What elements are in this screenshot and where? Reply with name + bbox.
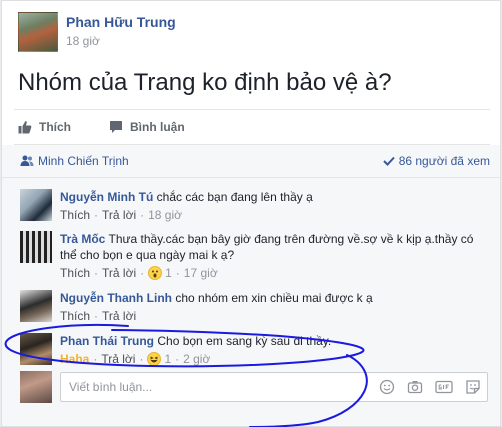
comment-text: chắc các bạn đang lên thầy ạ xyxy=(156,190,313,204)
comment-reply-link[interactable]: Trả lời xyxy=(102,207,136,223)
comment-body: Nguyễn Thanh Linh cho nhóm em xin chiều … xyxy=(60,290,480,324)
post-header: Phan Hữu Trung 18 giờ xyxy=(18,12,176,52)
comment-reply-link[interactable]: Trả lời xyxy=(102,308,136,324)
current-user-avatar[interactable] xyxy=(20,371,52,403)
checkmark-icon xyxy=(382,156,395,166)
comment-body: Trà Mốc Thưa thầy.các bạn bây giờ đang t… xyxy=(60,231,480,281)
comment-like-link[interactable]: Thích xyxy=(60,308,90,324)
sticker-icon[interactable] xyxy=(465,379,481,395)
comment-item: Nguyễn Thanh Linh cho nhóm em xin chiều … xyxy=(20,290,480,324)
commenter-avatar[interactable] xyxy=(20,189,52,221)
comment-time[interactable]: 17 giờ xyxy=(184,265,218,281)
comment-item: Phan Thái Trung Cho bọn em sang kỳ sau đ… xyxy=(20,333,480,367)
commenter-avatar[interactable] xyxy=(20,290,52,322)
post-card: Phan Hữu Trung 18 giờ Nhóm của Trang ko … xyxy=(1,0,501,427)
seen-count: 86 người đã xem xyxy=(398,154,490,168)
commenter-avatar[interactable] xyxy=(20,333,52,365)
reaction-count[interactable]: 1 xyxy=(165,265,172,281)
emoji-icon[interactable] xyxy=(379,379,395,395)
post-timestamp[interactable]: 18 giờ xyxy=(66,34,176,48)
commenter-name[interactable]: Nguyễn Minh Tú xyxy=(60,190,153,204)
comment-item: Trà Mốc Thưa thầy.các bạn bây giờ đang t… xyxy=(20,231,480,281)
comment-item: Nguyễn Minh Tú chắc các bạn đang lên thầ… xyxy=(20,189,480,223)
post-meta: Phan Hữu Trung 18 giờ xyxy=(66,12,176,52)
comment-like-link[interactable]: Thích xyxy=(60,265,90,281)
comment-label: Bình luận xyxy=(130,120,185,134)
commenter-avatar[interactable] xyxy=(20,231,52,263)
reply-row xyxy=(20,371,488,403)
comment-footer: Thích · Trả lời · 1 · 17 giờ xyxy=(60,265,218,281)
comment-time[interactable]: 2 giờ xyxy=(183,351,210,367)
wow-reaction-icon[interactable] xyxy=(148,266,163,280)
comment-footer: Thích · Trả lời · 18 giờ xyxy=(60,207,182,223)
commenter-name[interactable]: Trà Mốc xyxy=(60,232,105,246)
like-label: Thích xyxy=(39,120,71,134)
commenter-name[interactable]: Phan Thái Trung xyxy=(60,334,154,348)
people-icon xyxy=(20,155,34,166)
comment-text: cho nhóm em xin chiều mai được k ạ xyxy=(175,291,373,305)
comment-like-link[interactable]: Thích xyxy=(60,207,90,223)
comment-body: Phan Thái Trung Cho bọn em sang kỳ sau đ… xyxy=(60,333,480,367)
reaction-count[interactable]: 1 xyxy=(164,351,171,367)
seen-by[interactable]: 86 người đã xem xyxy=(382,154,490,168)
gif-icon[interactable] xyxy=(435,379,453,395)
comment-time[interactable]: 18 giờ xyxy=(148,207,182,223)
author-avatar[interactable] xyxy=(18,12,58,52)
tagged-person[interactable]: Minh Chiến Trịnh xyxy=(20,154,129,168)
seen-row: Minh Chiến Trịnh 86 người đã xem xyxy=(2,145,500,178)
commenter-name[interactable]: Nguyễn Thanh Linh xyxy=(60,291,172,305)
comment-input-box[interactable] xyxy=(60,372,488,402)
comment-icon xyxy=(110,121,122,133)
comment-footer: Haha · Trả lời · 1 · 2 giờ xyxy=(60,351,211,367)
comment-text: Cho bọn em sang kỳ sau đi thầy. xyxy=(157,334,332,348)
reply-icons xyxy=(367,379,481,395)
comment-footer: Thích · Trả lời xyxy=(60,308,137,324)
comment-input[interactable] xyxy=(61,380,361,394)
post-text: Nhóm của Trang ko định bảo vệ à? xyxy=(18,69,392,96)
camera-icon[interactable] xyxy=(407,379,423,395)
thumbs-up-icon xyxy=(18,121,32,134)
comments-area: Minh Chiến Trịnh 86 người đã xem Nguyễn … xyxy=(2,145,500,426)
comment-reply-link[interactable]: Trả lời xyxy=(102,265,136,281)
tagged-name: Minh Chiến Trịnh xyxy=(38,154,129,168)
comment-body: Nguyễn Minh Tú chắc các bạn đang lên thầ… xyxy=(60,189,480,223)
comment-button[interactable]: Bình luận xyxy=(109,120,185,134)
author-name[interactable]: Phan Hữu Trung xyxy=(66,14,176,30)
comment-reply-link[interactable]: Trả lời xyxy=(101,351,135,367)
haha-reaction-icon[interactable] xyxy=(147,352,162,366)
comment-text: Thưa thầy.các bạn bây giờ đang trên đườn… xyxy=(60,232,474,262)
comment-haha-link[interactable]: Haha xyxy=(60,351,89,367)
post-actions: Thích Bình luận xyxy=(14,109,490,145)
like-button[interactable]: Thích xyxy=(18,120,71,134)
